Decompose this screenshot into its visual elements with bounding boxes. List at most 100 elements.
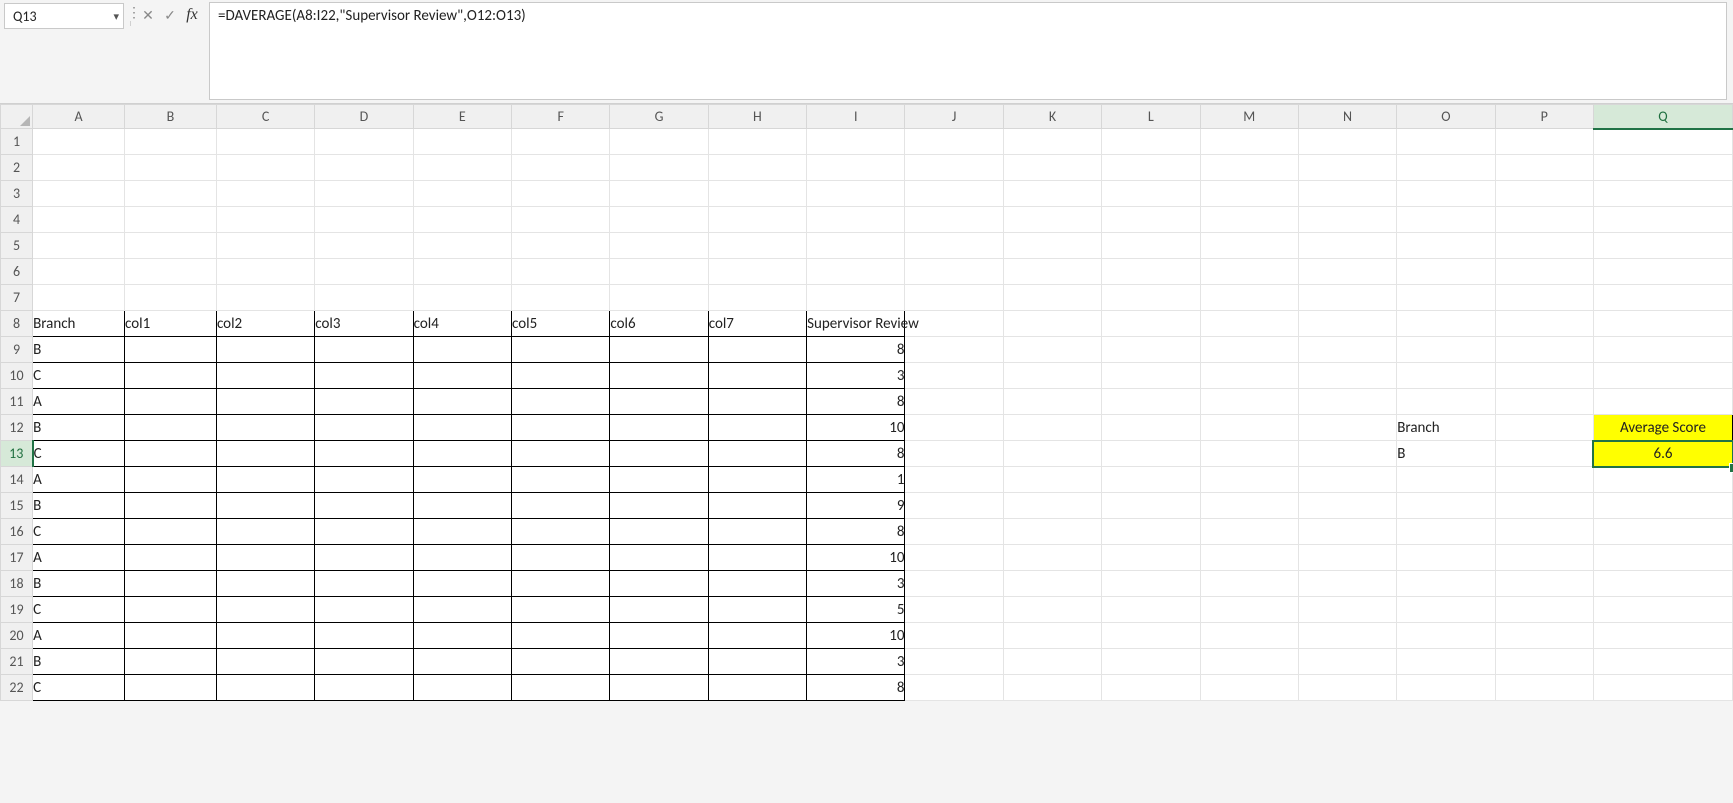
cell[interactable] (1298, 649, 1396, 675)
table-cell[interactable] (315, 571, 413, 597)
cell[interactable] (1102, 649, 1200, 675)
table-cell[interactable] (610, 623, 708, 649)
result-label[interactable]: Average Score (1593, 415, 1732, 441)
cell[interactable] (1200, 207, 1298, 233)
table-header[interactable]: col1 (125, 311, 217, 337)
cell[interactable] (905, 571, 1003, 597)
cell[interactable] (905, 233, 1003, 259)
cell[interactable] (1102, 389, 1200, 415)
row-header[interactable]: 16 (1, 519, 33, 545)
cell[interactable] (1003, 181, 1101, 207)
table-cell[interactable] (413, 493, 511, 519)
cell[interactable] (1495, 181, 1593, 207)
cell[interactable] (1102, 181, 1200, 207)
table-cell[interactable] (512, 675, 610, 701)
cell[interactable] (1397, 389, 1495, 415)
table-cell[interactable] (413, 623, 511, 649)
cell[interactable] (1102, 285, 1200, 311)
row-header[interactable]: 6 (1, 259, 33, 285)
cell[interactable] (1495, 441, 1593, 467)
cell[interactable] (1298, 415, 1396, 441)
cell[interactable] (807, 207, 905, 233)
cell[interactable] (1397, 623, 1495, 649)
cell[interactable] (1298, 337, 1396, 363)
table-cell[interactable] (216, 675, 314, 701)
column-header[interactable]: O (1397, 105, 1495, 129)
cell[interactable] (1397, 233, 1495, 259)
cell[interactable] (610, 285, 708, 311)
cell[interactable] (1102, 441, 1200, 467)
cell[interactable] (1102, 415, 1200, 441)
table-cell[interactable] (125, 389, 217, 415)
table-cell[interactable] (413, 441, 511, 467)
cell[interactable] (807, 129, 905, 155)
table-cell[interactable] (125, 649, 217, 675)
cell[interactable] (1200, 571, 1298, 597)
table-cell[interactable] (708, 441, 806, 467)
row-header[interactable]: 2 (1, 155, 33, 181)
cell[interactable] (1200, 337, 1298, 363)
table-cell[interactable] (413, 675, 511, 701)
table-cell[interactable]: B (33, 493, 125, 519)
cell[interactable] (512, 129, 610, 155)
table-cell[interactable] (610, 519, 708, 545)
table-cell[interactable]: 8 (807, 389, 905, 415)
table-cell[interactable] (708, 493, 806, 519)
cell[interactable] (413, 181, 511, 207)
cell[interactable] (33, 259, 125, 285)
cell[interactable] (1593, 311, 1732, 337)
table-cell[interactable] (413, 597, 511, 623)
cell[interactable] (1102, 363, 1200, 389)
cell[interactable] (1298, 285, 1396, 311)
row-header[interactable]: 19 (1, 597, 33, 623)
column-header[interactable]: H (708, 105, 806, 129)
cell[interactable] (1102, 597, 1200, 623)
table-cell[interactable] (315, 441, 413, 467)
cell[interactable] (610, 233, 708, 259)
table-cell[interactable] (125, 363, 217, 389)
cell[interactable] (1593, 571, 1732, 597)
cell[interactable] (1397, 285, 1495, 311)
cell[interactable] (1003, 311, 1101, 337)
cell[interactable] (1102, 545, 1200, 571)
column-header[interactable]: K (1003, 105, 1101, 129)
table-cell[interactable] (512, 467, 610, 493)
cell[interactable] (905, 363, 1003, 389)
cell[interactable] (905, 337, 1003, 363)
column-header[interactable]: J (905, 105, 1003, 129)
cell[interactable] (1298, 155, 1396, 181)
cell[interactable] (1495, 545, 1593, 571)
cell[interactable] (315, 285, 413, 311)
chevron-down-icon[interactable]: ▾ (113, 10, 119, 23)
table-cell[interactable] (216, 493, 314, 519)
cell[interactable] (1003, 285, 1101, 311)
table-cell[interactable] (708, 571, 806, 597)
cell[interactable] (1003, 155, 1101, 181)
criteria-value[interactable]: B (1397, 441, 1495, 467)
cell[interactable] (1397, 467, 1495, 493)
cell[interactable] (216, 207, 314, 233)
cell[interactable] (905, 155, 1003, 181)
table-cell[interactable] (708, 467, 806, 493)
table-cell[interactable] (512, 389, 610, 415)
cell[interactable] (1298, 623, 1396, 649)
cell[interactable] (1200, 493, 1298, 519)
cell[interactable] (708, 259, 806, 285)
cell[interactable] (125, 233, 217, 259)
cell[interactable] (1593, 285, 1732, 311)
row-header[interactable]: 4 (1, 207, 33, 233)
column-header[interactable]: E (413, 105, 511, 129)
column-header[interactable]: A (33, 105, 125, 129)
table-cell[interactable] (512, 363, 610, 389)
cell[interactable] (1593, 155, 1732, 181)
cell[interactable] (1397, 181, 1495, 207)
criteria-label[interactable]: Branch (1397, 415, 1495, 441)
cell[interactable] (1495, 233, 1593, 259)
cell[interactable] (1298, 597, 1396, 623)
table-cell[interactable] (512, 571, 610, 597)
cell[interactable] (1495, 129, 1593, 155)
cell[interactable] (807, 285, 905, 311)
table-cell[interactable]: 5 (807, 597, 905, 623)
cell[interactable] (125, 259, 217, 285)
table-cell[interactable] (125, 493, 217, 519)
